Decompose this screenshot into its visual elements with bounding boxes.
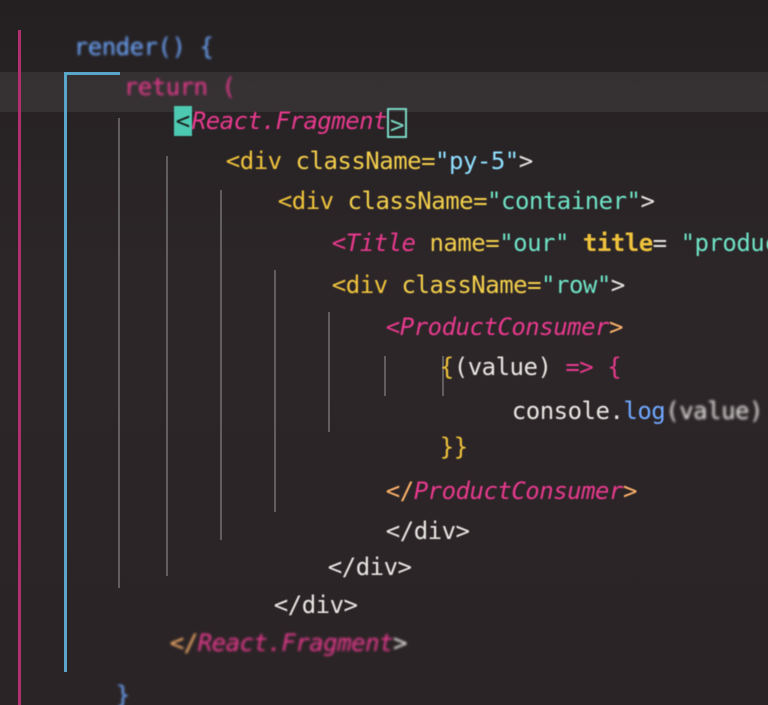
code-line[interactable]: </React.Fragment> — [114, 598, 408, 688]
indent-guide — [166, 156, 168, 576]
code-token: } — [115, 681, 130, 705]
code-token: log — [623, 397, 666, 425]
code-token: console — [511, 397, 610, 425]
code-token: . — [609, 397, 624, 425]
code-token: > — [393, 629, 407, 657]
code-token: React.Fragment — [197, 629, 394, 657]
indent-guide — [18, 30, 21, 705]
code-token: (value) — [665, 397, 763, 425]
code-line[interactable]: } — [60, 650, 130, 705]
indent-guide — [118, 118, 120, 588]
code-token: > — [622, 477, 637, 505]
code-token: { — [439, 353, 454, 381]
code-editor[interactable]: render() { return ( <React.Fragment > <di… — [0, 0, 768, 705]
code-token: </ — [169, 629, 198, 657]
code-token: = — [652, 229, 681, 257]
indent-guide — [64, 72, 67, 672]
code-token: "products" — [680, 229, 768, 257]
code-line[interactable]: console.log(value) — [456, 366, 764, 456]
